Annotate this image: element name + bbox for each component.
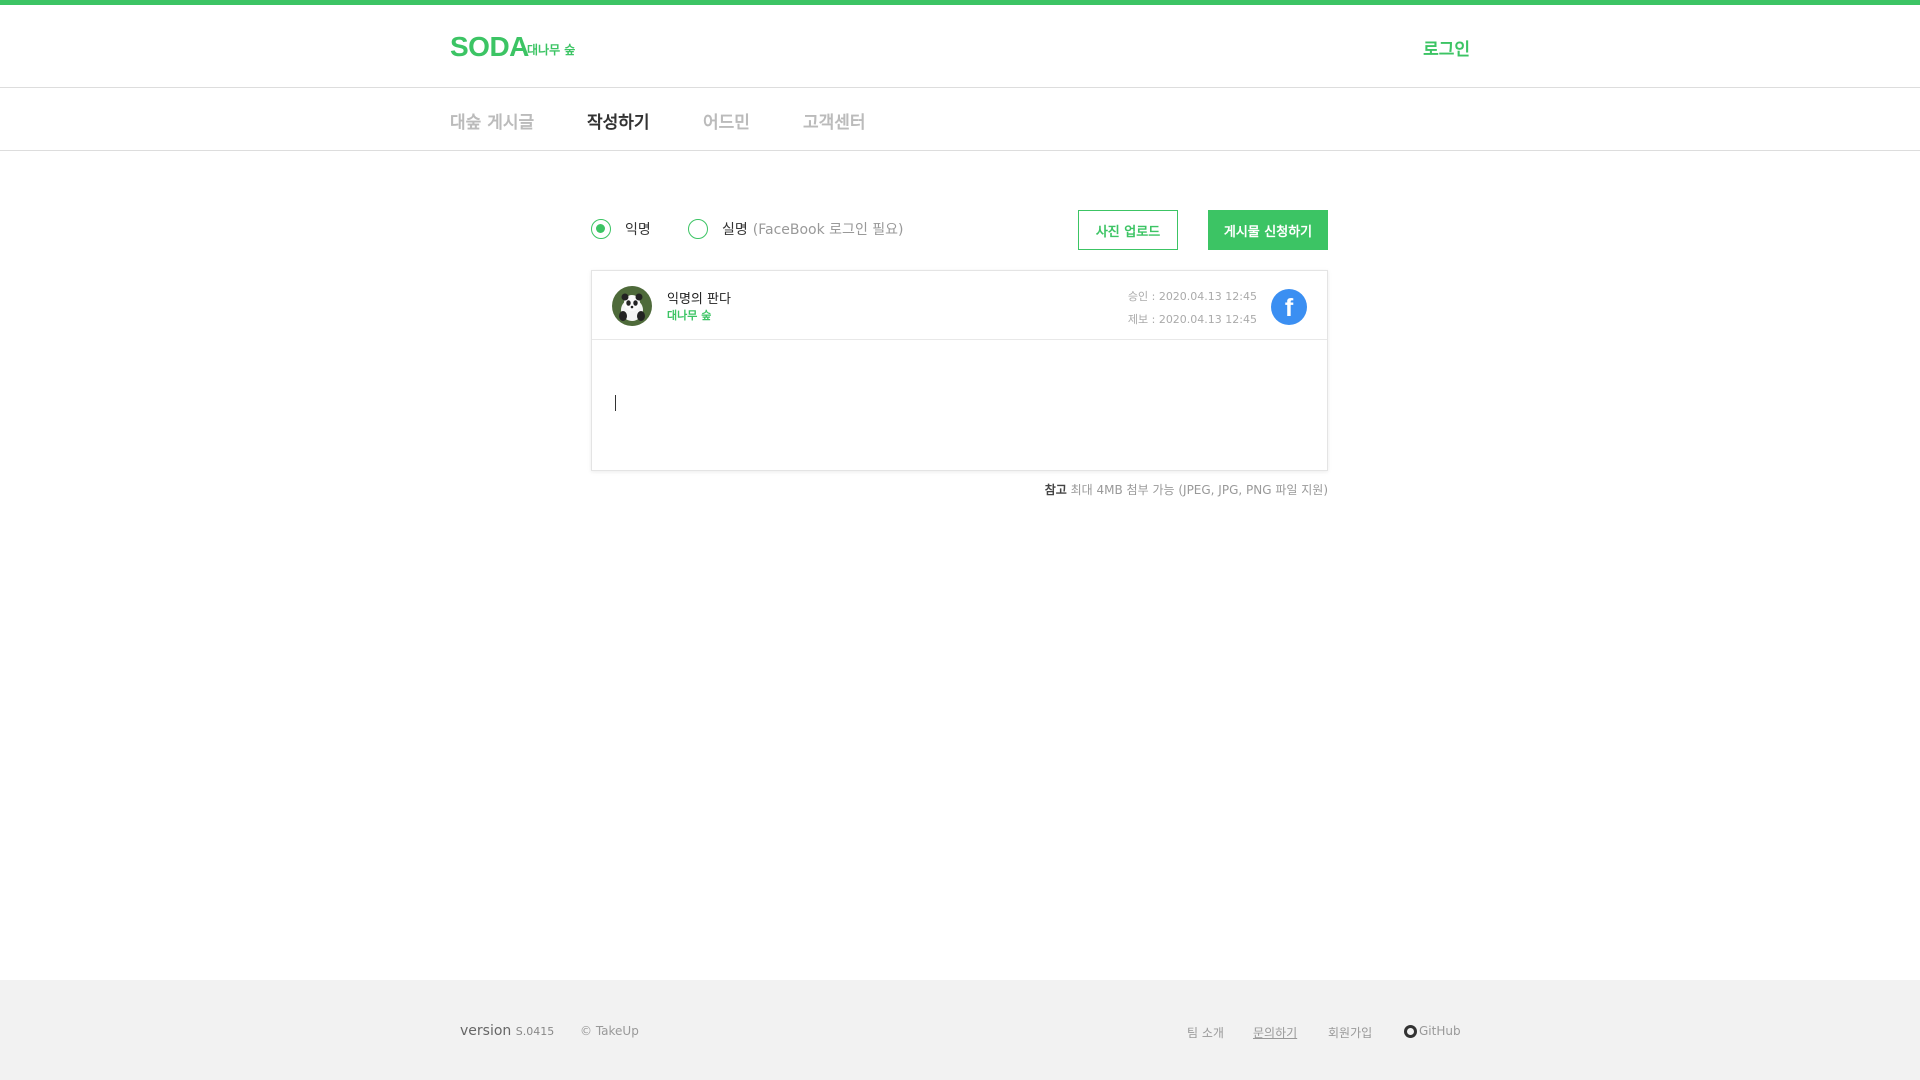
footer-link-team[interactable]: 팀 소개 xyxy=(1187,1024,1224,1041)
copyright: © TakeUp xyxy=(580,1024,639,1038)
footer: version S.0415 © TakeUp 팀 소개 문의하기 회원가입 G… xyxy=(0,980,1920,1080)
nav-item-admin[interactable]: 어드민 xyxy=(703,108,750,133)
realname-option[interactable]: 실명 (FaceBook 로그인 필요) xyxy=(688,219,904,239)
header: SODA 대나무 숲 로그인 xyxy=(0,5,1920,88)
version-value: S.0415 xyxy=(515,1025,555,1038)
realname-label: 실명 xyxy=(722,222,748,238)
nav-item-support[interactable]: 고객센터 xyxy=(803,108,866,133)
approved-time: 승인 : 2020.04.13 12:45 xyxy=(1127,290,1257,303)
post-content-editor[interactable] xyxy=(592,341,1327,470)
facebook-icon[interactable]: f xyxy=(1271,289,1307,325)
realname-radio[interactable] xyxy=(688,219,708,239)
post-card-header: 익명의 판다 대나무 숲 승인 : 2020.04.13 12:45 제보 : … xyxy=(592,271,1327,340)
login-link[interactable]: 로그인 xyxy=(1423,35,1470,60)
note-text: 최대 4MB 첨부 가능 (JPEG, JPG, PNG 파일 지원) xyxy=(1070,483,1328,497)
version-label: version xyxy=(460,1023,512,1039)
submit-post-button[interactable]: 게시물 신청하기 xyxy=(1208,210,1328,250)
panda-avatar-icon xyxy=(612,286,652,326)
footer-link-contact[interactable]: 문의하기 xyxy=(1253,1024,1297,1041)
post-author-sub: 대나무 숲 xyxy=(667,309,712,322)
nav-item-write[interactable]: 작성하기 xyxy=(587,108,650,133)
version-info: version S.0415 xyxy=(460,1023,554,1039)
nav-item-posts[interactable]: 대숲 게시글 xyxy=(450,108,534,133)
photo-upload-button[interactable]: 사진 업로드 xyxy=(1078,210,1178,250)
logo[interactable]: SODA xyxy=(450,31,529,63)
note-label: 참고 xyxy=(1044,483,1067,497)
realname-note: (FaceBook 로그인 필요) xyxy=(752,222,904,238)
footer-link-signup[interactable]: 회원가입 xyxy=(1328,1024,1372,1041)
post-author: 익명의 판다 xyxy=(667,292,731,307)
anonymous-option[interactable]: 익명 xyxy=(591,219,651,239)
anonymous-radio[interactable] xyxy=(591,219,611,239)
upload-note: 참고 최대 4MB 첨부 가능 (JPEG, JPG, PNG 파일 지원) xyxy=(1045,481,1328,498)
text-caret xyxy=(615,395,616,411)
anonymous-label: 익명 xyxy=(625,222,651,238)
radio-selected-dot xyxy=(596,224,605,233)
main-nav: 대숲 게시글 작성하기 어드민 고객센터 xyxy=(0,88,1920,151)
post-preview-card: 익명의 판다 대나무 숲 승인 : 2020.04.13 12:45 제보 : … xyxy=(591,270,1328,471)
github-label: GitHub xyxy=(1419,1024,1461,1038)
github-icon xyxy=(1404,1024,1417,1038)
footer-link-github[interactable]: GitHub xyxy=(1404,1024,1461,1038)
logo-subtitle: 대나무 숲 xyxy=(527,43,576,57)
submitted-time: 제보 : 2020.04.13 12:45 xyxy=(1127,313,1257,326)
